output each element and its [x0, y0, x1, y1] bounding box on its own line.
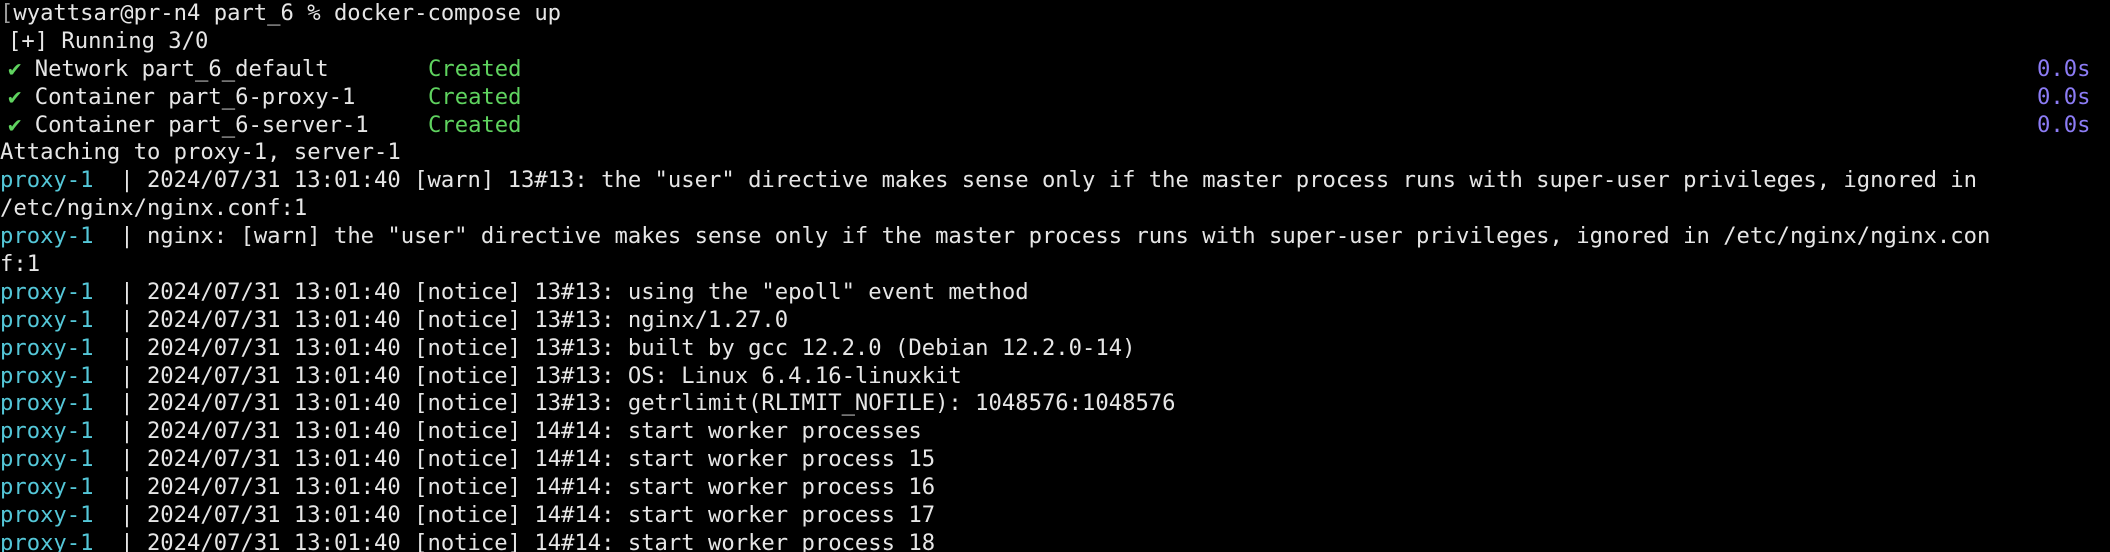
log-message: 2024/07/31 13:01:40 [notice] 14#14: star…: [146, 418, 922, 445]
log-line: proxy-1 | 2024/07/31 13:01:40 [notice] 1…: [0, 446, 2110, 474]
resource-status: Created: [428, 111, 522, 138]
resource-duration: 0.0s: [2037, 55, 2091, 82]
check-icon: ✔: [8, 83, 22, 110]
log-line: proxy-1 | 2024/07/31 13:01:40 [notice] 1…: [0, 474, 2110, 502]
log-message: 2024/07/31 13:01:40 [notice] 13#13: ngin…: [146, 306, 789, 333]
service-name: proxy-1: [0, 474, 94, 501]
log-separator: |: [93, 167, 147, 194]
command-prompt-line: [wyattsar@pr-n4 part_6 % docker-compose …: [0, 0, 2110, 28]
log-line: proxy-1 | 2024/07/31 13:01:40 [notice] 1…: [0, 363, 2110, 391]
log-separator: |: [93, 278, 147, 305]
log-line-wrap: f:1: [0, 251, 41, 278]
resource-row: ✔ Network part_6_default Created 0.0s: [0, 56, 2110, 84]
terminal-window[interactable]: [wyattsar@pr-n4 part_6 % docker-compose …: [0, 0, 2110, 552]
prompt-bracket: [: [0, 0, 14, 26]
service-name: proxy-1: [0, 502, 94, 529]
resource-duration: 0.0s: [2037, 111, 2091, 138]
log-line: proxy-1 | 2024/07/31 13:01:40 [notice] 1…: [0, 418, 2110, 446]
log-separator: |: [93, 390, 147, 417]
log-message: 2024/07/31 13:01:40 [notice] 14#14: star…: [146, 502, 936, 529]
log-line: proxy-1 | 2024/07/31 13:01:40 [notice] 1…: [0, 335, 2110, 363]
log-separator: |: [93, 474, 147, 501]
log-separator: |: [93, 529, 147, 552]
log-message: 2024/07/31 13:01:40 [notice] 13#13: getr…: [146, 390, 1176, 417]
resource-name: Container part_6-proxy-1: [34, 83, 356, 110]
service-name: proxy-1: [0, 362, 94, 389]
log-line: proxy-1 | 2024/07/31 13:01:40 [notice] 1…: [0, 307, 2110, 335]
check-icon: ✔: [8, 55, 22, 82]
resource-row: ✔ Container part_6-proxy-1 Created 0.0s: [0, 84, 2110, 112]
log-separator: |: [93, 362, 147, 389]
attaching-line: Attaching to proxy-1, server-1: [0, 139, 401, 166]
log-separator: |: [93, 446, 147, 473]
service-name: proxy-1: [0, 529, 94, 552]
log-line: proxy-1 | 2024/07/31 13:01:40 [notice] 1…: [0, 390, 2110, 418]
log-separator: |: [93, 223, 147, 250]
service-name: proxy-1: [0, 446, 94, 473]
log-output: proxy-1 | 2024/07/31 13:01:40 [warn] 13#…: [0, 167, 2110, 552]
service-name: proxy-1: [0, 278, 94, 305]
log-separator: |: [93, 502, 147, 529]
log-line-wrap: /etc/nginx/nginx.conf:1: [0, 195, 308, 222]
resource-status: Created: [428, 55, 522, 82]
log-line: proxy-1 | 2024/07/31 13:01:40 [warn] 13#…: [0, 167, 2110, 195]
check-icon: ✔: [8, 111, 22, 138]
service-name: proxy-1: [0, 334, 94, 361]
log-line: proxy-1 | 2024/07/31 13:01:40 [notice] 1…: [0, 279, 2110, 307]
log-message: 2024/07/31 13:01:40 [notice] 14#14: star…: [146, 446, 936, 473]
log-line: proxy-1 | 2024/07/31 13:01:40 [notice] 1…: [0, 530, 2110, 552]
log-line: proxy-1 | nginx: [warn] the "user" direc…: [0, 223, 2110, 251]
prompt-command: wyattsar@pr-n4 part_6 % docker-compose u…: [13, 0, 562, 26]
log-message: 2024/07/31 13:01:40 [warn] 13#13: the "u…: [146, 167, 1977, 194]
resource-name: Container part_6-server-1: [34, 111, 369, 138]
resource-duration: 0.0s: [2037, 83, 2091, 110]
log-message: 2024/07/31 13:01:40 [notice] 13#13: usin…: [146, 278, 1029, 305]
resource-status: Created: [428, 83, 522, 110]
log-message: 2024/07/31 13:01:40 [notice] 14#14: star…: [146, 474, 936, 501]
service-name: proxy-1: [0, 390, 94, 417]
log-separator: |: [93, 418, 147, 445]
service-name: proxy-1: [0, 306, 94, 333]
log-line: proxy-1 | 2024/07/31 13:01:40 [notice] 1…: [0, 502, 2110, 530]
service-name: proxy-1: [0, 223, 94, 250]
log-message: 2024/07/31 13:01:40 [notice] 13#13: OS: …: [146, 362, 962, 389]
log-separator: |: [93, 306, 147, 333]
log-message: 2024/07/31 13:01:40 [notice] 14#14: star…: [146, 529, 936, 552]
running-status-line: [+] Running 3/0: [8, 27, 209, 54]
log-message: nginx: [warn] the "user" directive makes…: [146, 223, 1991, 250]
resource-name: Network part_6_default: [34, 55, 329, 82]
service-name: proxy-1: [0, 418, 94, 445]
resource-row: ✔ Container part_6-server-1 Created 0.0s: [0, 112, 2110, 140]
service-name: proxy-1: [0, 167, 94, 194]
log-message: 2024/07/31 13:01:40 [notice] 13#13: buil…: [146, 334, 1136, 361]
log-separator: |: [93, 334, 147, 361]
